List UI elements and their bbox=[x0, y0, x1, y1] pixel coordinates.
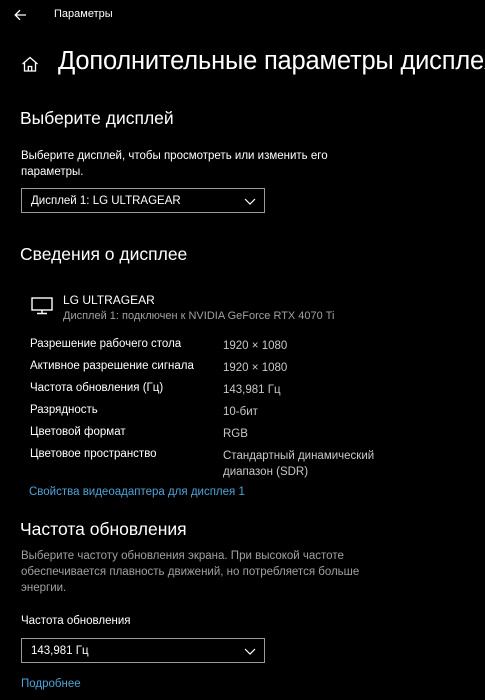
monitor-icon bbox=[31, 297, 53, 315]
home-button[interactable] bbox=[18, 53, 42, 75]
info-label: Разрешение рабочего стола bbox=[30, 338, 182, 350]
info-value: 1920 × 1080 bbox=[223, 340, 288, 352]
refresh-rate-description: Выберите частоту обновления экрана. При … bbox=[21, 550, 360, 594]
display-select[interactable]: Дисплей 1: LG ULTRAGEAR bbox=[21, 188, 265, 213]
info-label: Цветовой формат bbox=[30, 426, 126, 438]
chevron-down-icon bbox=[244, 198, 256, 205]
title-bar: Параметры bbox=[0, 0, 485, 30]
refresh-rate-select-value: 143,981 Гц bbox=[31, 644, 89, 657]
info-label: Разрядность bbox=[30, 404, 98, 416]
chevron-down-icon bbox=[244, 648, 256, 655]
refresh-rate-field-label: Частота обновления bbox=[21, 615, 131, 627]
info-value: 10-бит bbox=[223, 406, 258, 418]
info-label: Активное разрешение сигнала bbox=[30, 360, 194, 372]
display-info-heading: Сведения о дисплее bbox=[20, 244, 188, 264]
select-display-description: Выберите дисплей, чтобы просмотреть или … bbox=[21, 150, 328, 178]
arrow-left-icon bbox=[13, 9, 26, 21]
info-value: 1920 × 1080 bbox=[223, 362, 288, 374]
refresh-rate-select[interactable]: 143,981 Гц bbox=[21, 638, 265, 663]
adapter-properties-link[interactable]: Свойства видеоадаптера для дисплея 1 bbox=[29, 486, 245, 498]
info-label: Частота обновления (Гц) bbox=[30, 382, 164, 394]
monitor-name: LG ULTRAGEAR bbox=[63, 293, 155, 307]
learn-more-link[interactable]: Подробнее bbox=[21, 678, 81, 690]
refresh-rate-heading: Частота обновления bbox=[20, 519, 187, 539]
app-title: Параметры bbox=[54, 8, 113, 20]
back-button[interactable] bbox=[8, 4, 32, 26]
info-value: RGB bbox=[223, 428, 248, 440]
display-select-value: Дисплей 1: LG ULTRAGEAR bbox=[31, 194, 181, 207]
info-value: Стандартный динамический диапазон (SDR) bbox=[223, 450, 375, 478]
info-label: Цветовое пространство bbox=[30, 448, 157, 460]
info-value: 143,981 Гц bbox=[223, 384, 281, 396]
page-title: Дополнительные параметры дисплея bbox=[58, 47, 485, 75]
monitor-connection: Дисплей 1: подключен к NVIDIA GeForce RT… bbox=[63, 310, 335, 322]
select-display-heading: Выберите дисплей bbox=[20, 108, 174, 128]
home-icon bbox=[22, 56, 38, 72]
